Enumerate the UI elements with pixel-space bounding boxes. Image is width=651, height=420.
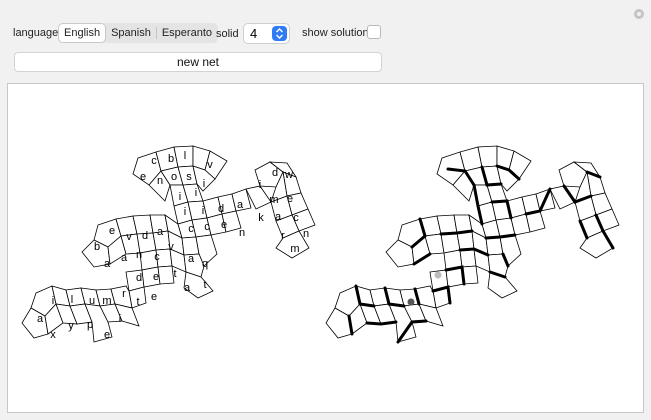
net-letter: n: [303, 228, 309, 240]
solid-select[interactable]: 4: [243, 23, 290, 44]
net-letter: v: [126, 231, 132, 243]
net-letter: d: [142, 230, 148, 242]
net-letter: e: [287, 193, 293, 205]
net-letter: b: [94, 241, 100, 253]
net-letter: i: [52, 295, 54, 307]
net-letter: s: [186, 171, 192, 183]
net-letter: p: [87, 319, 93, 331]
language-option-english[interactable]: English: [59, 24, 106, 42]
net-letter: a: [237, 199, 244, 211]
net-letter: e: [151, 291, 157, 303]
new-net-button[interactable]: new net: [14, 52, 382, 72]
net-letter: c: [204, 221, 210, 233]
select-arrows-icon: [272, 26, 287, 41]
net-letter: m: [290, 243, 299, 255]
net-letter: a: [121, 252, 128, 264]
net-letter: o: [171, 171, 177, 183]
net-letter: m: [102, 295, 111, 307]
net-letter: a: [188, 253, 195, 265]
net-letter: n: [157, 175, 163, 187]
net-letter: q: [202, 258, 208, 270]
net-letter: e: [140, 171, 146, 183]
net-letter: t: [136, 296, 139, 308]
show-solution-checkbox[interactable]: [367, 25, 381, 39]
net-letter: i: [203, 178, 205, 190]
net-letter: d: [272, 167, 278, 179]
net-letter: x: [50, 329, 56, 341]
start-marker: [434, 271, 442, 279]
net-letter: c: [151, 155, 157, 167]
net-letter: v: [207, 159, 213, 171]
net-letter: e: [109, 225, 115, 237]
language-label: language: [13, 27, 59, 39]
net-letter: e: [221, 219, 227, 231]
net-letter: i: [202, 205, 204, 217]
output-panel: c b l v e n o s i i i d w i m e i i d a …: [7, 83, 644, 413]
net-letter: e: [153, 271, 159, 283]
net-letter: a: [275, 211, 282, 223]
language-selector[interactable]: English Spanish Esperanto: [58, 23, 218, 43]
net-letter: m: [269, 194, 278, 206]
net-letter: d: [218, 203, 224, 215]
net-letter: i: [179, 191, 181, 203]
net-letter: i: [259, 179, 261, 191]
net-letter: a: [184, 282, 191, 294]
net-letter: w: [284, 169, 293, 181]
net-letter: t: [173, 268, 176, 280]
net-letter: n: [136, 249, 142, 261]
net-letter: i: [195, 187, 197, 199]
net-letter: u: [89, 295, 95, 307]
net-letter: l: [184, 150, 186, 162]
nets-canvas: c b l v e n o s i i i d w i m e i i d a …: [21, 145, 620, 344]
solution-net: [325, 145, 620, 343]
net-letter: n: [239, 227, 245, 239]
net-letter: d: [136, 272, 142, 284]
net-letter: v: [168, 241, 174, 253]
net-letter: c: [154, 251, 160, 263]
net-letter: i: [184, 206, 186, 218]
net-letter: c: [293, 212, 299, 224]
net-letter: k: [258, 212, 264, 224]
net-letter: a: [157, 226, 164, 238]
net-letter: r: [122, 288, 126, 300]
net-letter: y: [68, 320, 74, 332]
net-letter: i: [119, 313, 121, 325]
net-letter: r: [281, 230, 285, 242]
net-letter: c: [188, 223, 194, 235]
end-marker: [407, 298, 415, 306]
net-letter: b: [168, 153, 174, 165]
show-solution-label: show solution: [302, 27, 369, 39]
gear-icon[interactable]: [634, 9, 644, 19]
solid-select-value: 4: [250, 26, 258, 41]
net-letter: e: [104, 329, 110, 341]
net-letter: l: [71, 294, 73, 306]
language-option-esperanto[interactable]: Esperanto: [157, 24, 217, 42]
solid-label: solid: [216, 28, 239, 40]
net-letter: t: [203, 279, 206, 291]
net-letter: a: [37, 313, 44, 325]
net-letter: a: [104, 258, 111, 270]
language-option-spanish[interactable]: Spanish: [106, 24, 156, 42]
